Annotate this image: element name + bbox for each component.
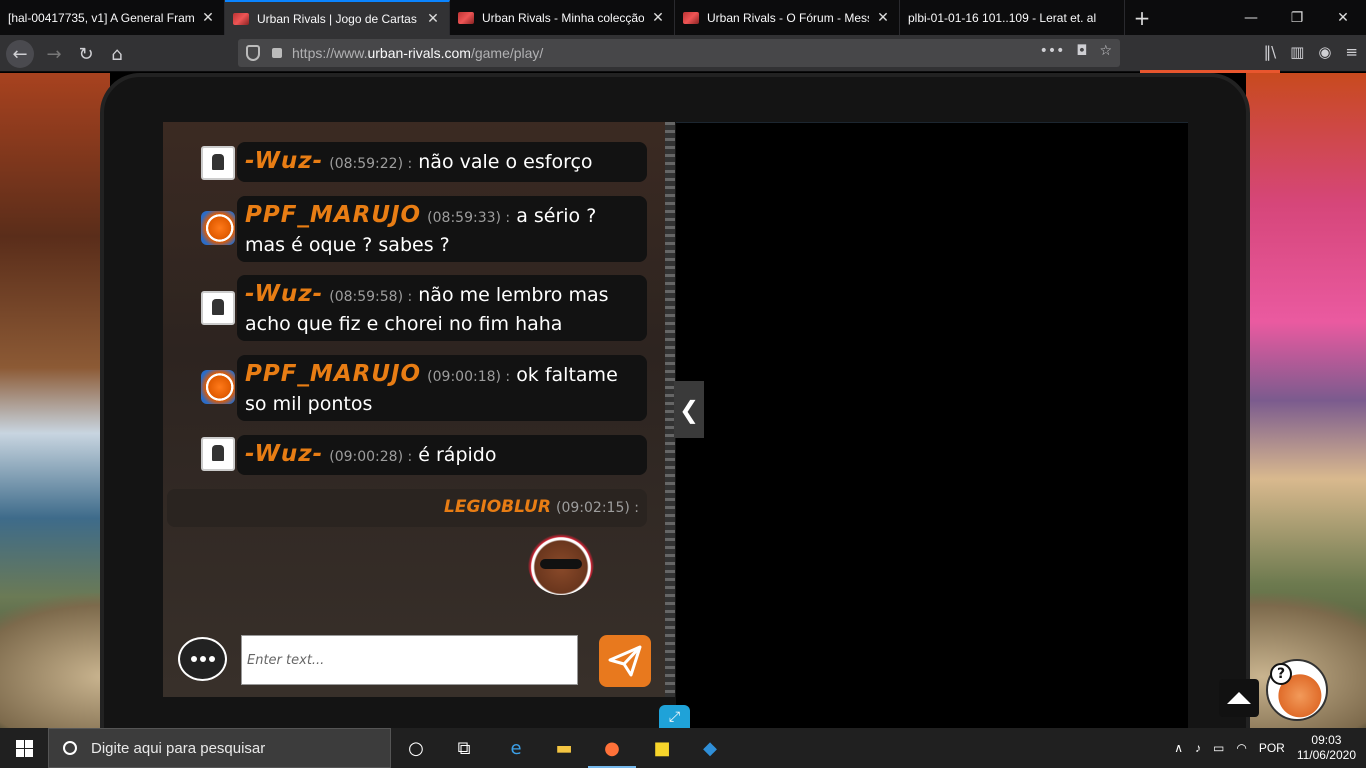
scroll-top-button[interactable]: [1219, 679, 1259, 717]
message-nick[interactable]: -Wuz-: [245, 148, 323, 174]
file-explorer-icon[interactable]: ▬: [550, 734, 578, 762]
fullscreen-icon[interactable]: ⤢: [659, 705, 690, 728]
message-time: (08:59:58) :: [329, 289, 413, 305]
collapse-chat-button[interactable]: ❮: [674, 381, 704, 438]
close-window-icon[interactable]: ✕: [1320, 0, 1366, 35]
message-nick[interactable]: -Wuz-: [245, 441, 323, 467]
chevron-up-icon[interactable]: ∧: [1174, 741, 1183, 755]
message-text: é rápido: [418, 444, 497, 466]
window-controls: — ❐ ✕: [1228, 0, 1366, 35]
close-tab-icon[interactable]: ✕: [650, 10, 666, 26]
browser-tab[interactable]: Urban Rivals - Minha colecção ✕: [450, 0, 675, 35]
chat-message: -Wuz- (08:59:22) : não vale o esforço: [237, 142, 647, 182]
edge-icon[interactable]: e: [502, 734, 530, 762]
chat-message: -Wuz- (08:59:58) : não me lembro mas ach…: [237, 275, 647, 341]
wuz-avatar[interactable]: [201, 437, 235, 471]
back-icon[interactable]: ←: [6, 40, 34, 68]
clock-date: 11/06/2020: [1296, 748, 1356, 762]
navigation-bar: ← → ↻ ⌂ https://www.urban-rivals.com/gam…: [0, 35, 1366, 72]
chat-message: -Wuz- (09:00:28) : é rápido: [237, 435, 647, 475]
pocket-icon[interactable]: ◘: [1076, 43, 1087, 59]
message-text: não vale o esforço: [418, 151, 593, 173]
close-tab-icon[interactable]: ✕: [200, 10, 216, 26]
chat-message: PPF_MARUJO (08:59:33) : a sério ? mas é …: [237, 196, 647, 262]
tab-title: Urban Rivals - O Fórum - Mess: [707, 10, 869, 25]
search-placeholder: Digite aqui para pesquisar: [91, 739, 266, 757]
language-indicator[interactable]: POR: [1259, 741, 1285, 755]
chat-input[interactable]: [241, 635, 578, 685]
close-tab-icon[interactable]: ✕: [425, 11, 441, 27]
menu-icon[interactable]: ≡: [1345, 43, 1358, 61]
new-tab-icon[interactable]: +: [1125, 0, 1159, 35]
help-button[interactable]: ?: [1266, 659, 1328, 721]
account-icon[interactable]: ◉: [1318, 43, 1331, 61]
urban-rivals-favicon-icon: [458, 11, 474, 24]
cortana-icon[interactable]: ○: [402, 734, 430, 762]
forward-icon[interactable]: →: [40, 40, 68, 68]
hamster-sticker: [528, 533, 594, 595]
clock[interactable]: 09:03 11/06/2020: [1297, 733, 1356, 763]
browser-tab[interactable]: [hal-00417735, v1] A General Frame ✕: [0, 0, 225, 35]
close-tab-icon[interactable]: ✕: [875, 10, 891, 26]
page-actions-icon[interactable]: •••: [1040, 43, 1065, 59]
message-time: (08:59:33) :: [427, 210, 511, 226]
home-icon[interactable]: ⌂: [103, 40, 131, 68]
volume-icon[interactable]: ♪: [1195, 741, 1201, 755]
taskbar-search[interactable]: Digite aqui para pesquisar: [48, 728, 391, 768]
wuz-avatar[interactable]: [201, 146, 235, 180]
firefox-icon[interactable]: ●: [588, 734, 636, 768]
tab-bar: [hal-00417735, v1] A General Frame ✕ Urb…: [0, 0, 1366, 35]
paper-plane-icon: [608, 645, 642, 677]
message-nick[interactable]: PPF_MARUJO: [245, 202, 421, 228]
message-time: (08:59:22) :: [329, 156, 413, 172]
nemo-avatar[interactable]: [201, 211, 235, 245]
system-tray: ∧ ♪ ▭ ◠ POR 09:03 11/06/2020: [1168, 728, 1366, 768]
send-button[interactable]: [599, 635, 651, 687]
url-text[interactable]: https://www.urban-rivals.com/game/play/: [292, 45, 543, 61]
tracking-shield-icon[interactable]: [246, 45, 260, 61]
task-view-icon[interactable]: ⧉: [450, 734, 478, 762]
tab-title: plbi-01-01-16 101..109 - Lerat et. al: [908, 10, 1097, 25]
message-time: (09:00:18) :: [427, 369, 511, 385]
bookmark-star-icon[interactable]: ☆: [1099, 43, 1112, 59]
urban-rivals-favicon-icon: [683, 11, 699, 24]
message-nick[interactable]: -Wuz-: [245, 281, 323, 307]
own-chat-message: LEGIOBLUR (09:02:15) :: [167, 489, 647, 527]
message-time: (09:00:28) :: [329, 449, 413, 465]
emoji-button[interactable]: [178, 637, 227, 681]
windows-start-icon[interactable]: [0, 728, 48, 768]
own-message-time: (09:02:15) :: [556, 500, 639, 516]
sticky-notes-icon[interactable]: ■: [648, 734, 676, 762]
question-icon: ?: [1270, 663, 1292, 685]
own-nick[interactable]: LEGIOBLUR: [444, 497, 551, 517]
browser-tab-active[interactable]: Urban Rivals | Jogo de Cartas M ✕: [225, 0, 450, 35]
minimize-icon[interactable]: —: [1228, 0, 1274, 35]
tab-title: Urban Rivals | Jogo de Cartas M: [257, 11, 419, 26]
right-pane: [676, 122, 1188, 728]
search-icon: [63, 741, 77, 755]
browser-tab[interactable]: Urban Rivals - O Fórum - Mess ✕: [675, 0, 900, 35]
browser-tab[interactable]: plbi-01-01-16 101..109 - Lerat et. al: [900, 0, 1125, 35]
tab-title: Urban Rivals - Minha colecção: [482, 10, 644, 25]
reload-icon[interactable]: ↻: [72, 40, 100, 68]
lock-icon[interactable]: [272, 48, 282, 58]
tab-title: [hal-00417735, v1] A General Frame: [8, 10, 194, 25]
sidebar-icon[interactable]: ▥: [1290, 43, 1304, 61]
message-nick[interactable]: PPF_MARUJO: [245, 361, 421, 387]
battery-icon[interactable]: ▭: [1213, 741, 1224, 755]
sunglasses-icon: [540, 559, 582, 569]
game-page: ❮ -Wuz- (08:59:22) : não vale o esforço …: [0, 73, 1366, 728]
windows-taskbar: Digite aqui para pesquisar ○ ⧉ e ▬ ● ■ ◆…: [0, 728, 1366, 768]
clock-time: 09:03: [1311, 733, 1342, 747]
urban-rivals-favicon-icon: [233, 12, 249, 25]
vscode-icon[interactable]: ◆: [696, 734, 724, 762]
nemo-avatar[interactable]: [201, 370, 235, 404]
chat-message: PPF_MARUJO (09:00:18) : ok faltame so mi…: [237, 355, 647, 421]
library-icon[interactable]: ‖\: [1264, 43, 1277, 61]
wuz-avatar[interactable]: [201, 291, 235, 325]
url-bar[interactable]: https://www.urban-rivals.com/game/play/ …: [238, 39, 1120, 67]
restore-icon[interactable]: ❐: [1274, 0, 1320, 35]
wifi-icon[interactable]: ◠: [1236, 741, 1246, 755]
